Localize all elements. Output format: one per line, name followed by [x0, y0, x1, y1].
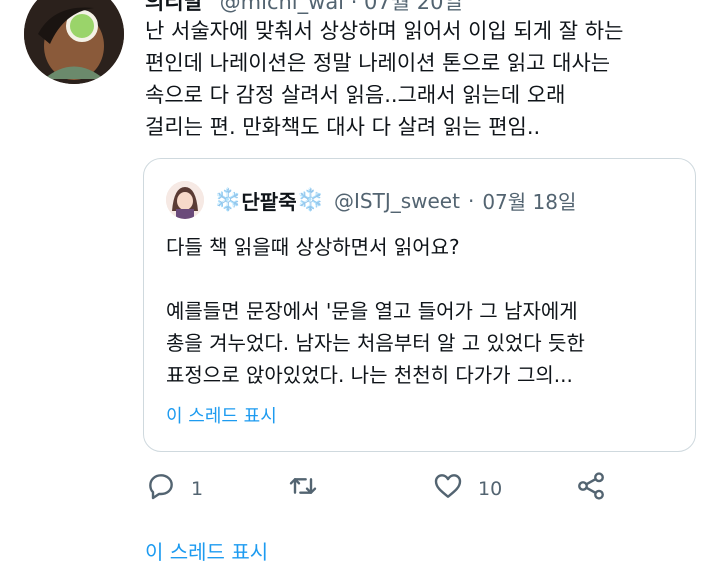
snowflake-icon: ❄️	[214, 188, 242, 213]
show-thread-link[interactable]: 이 스레드 표시	[145, 536, 268, 565]
tweet-text-line: 편인데 나레이션은 정말 나레이션 톤으로 읽고 대사는	[145, 51, 611, 75]
tweet-text: 난 서술자에 맞춰서 상상하며 읽어서 이입 되게 잘 하는 편인데 나레이션은…	[145, 15, 705, 143]
tweet-text-line: 난 서술자에 맞춰서 상상하며 읽어서 이입 되게 잘 하는	[145, 19, 624, 43]
tweet-text-line: 속으로 다 감정 살려서 읽음..그래서 읽는데 오래	[145, 83, 566, 107]
separator-dot: ·	[467, 188, 475, 213]
quoted-author-avatar[interactable]	[166, 181, 204, 219]
reply-button[interactable]: 1	[145, 470, 203, 507]
quoted-tweet-text: 다들 책 읽을때 상상하면서 읽어요? 예를들면 문장에서 '문을 열고 들어가…	[166, 231, 676, 391]
quoted-tweet-date: 07월 18일	[482, 190, 577, 214]
like-count: 10	[478, 477, 503, 500]
quoted-author-handle: @ISTJ_sweet	[334, 188, 460, 213]
author-avatar[interactable]	[24, 0, 124, 84]
snowflake-icon: ❄️	[296, 188, 325, 213]
quoted-text-line: 총을 겨누었다. 남자는 처음부터 알 고 있었다 듯한	[166, 331, 585, 355]
quoted-tweet-header: ❄️ 단팥죽 ❄️ @ISTJ_sweet · 07월 18일	[214, 186, 576, 215]
author-name[interactable]: 의리말	[145, 0, 203, 14]
retweet-icon	[287, 470, 319, 507]
retweet-button[interactable]	[287, 470, 319, 507]
tweet-header: 의리말 @michi_wai · 07월 20일	[145, 0, 463, 16]
quoted-show-thread-link[interactable]: 이 스레드 표시	[166, 402, 277, 428]
quoted-text-line: 표정으로 앉아있었다. 나는 천천히 다가가 그의...	[166, 363, 573, 387]
like-button[interactable]: 10	[432, 470, 502, 507]
share-icon	[575, 470, 607, 507]
tweet-actions: 1 10	[145, 470, 615, 510]
reply-icon	[145, 470, 177, 507]
reply-count: 1	[191, 477, 204, 500]
heart-icon	[432, 470, 464, 507]
quoted-author-name: 단팥죽	[241, 190, 297, 214]
quoted-tweet-card[interactable]: ❄️ 단팥죽 ❄️ @ISTJ_sweet · 07월 18일 다들 책 읽을때…	[143, 158, 696, 452]
share-button[interactable]	[575, 470, 607, 507]
quoted-text-line: 예를들면 문장에서 '문을 열고 들어가 그 남자에게	[166, 299, 578, 323]
quoted-text-line: 다들 책 읽을때 상상하면서 읽어요?	[166, 235, 460, 259]
tweet-text-line: 걸리는 편. 만화책도 대사 다 살려 읽는 편임..	[145, 115, 541, 139]
author-handle[interactable]: @michi_wai · 07월 20일	[220, 0, 463, 14]
